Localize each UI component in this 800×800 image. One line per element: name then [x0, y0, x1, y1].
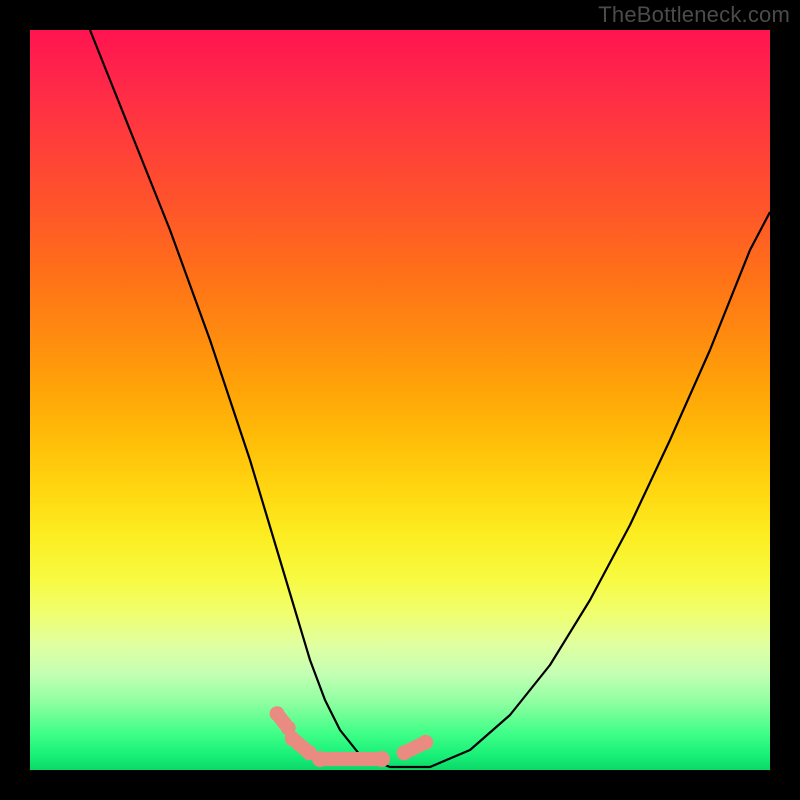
marker-right	[394, 732, 436, 763]
bottleneck-curve	[30, 30, 770, 770]
watermark-text: TheBottleneck.com	[598, 2, 790, 28]
curve-path	[90, 30, 770, 767]
plot-area	[30, 30, 770, 770]
marker-floor	[312, 751, 390, 767]
chart-frame: TheBottleneck.com	[0, 0, 800, 800]
